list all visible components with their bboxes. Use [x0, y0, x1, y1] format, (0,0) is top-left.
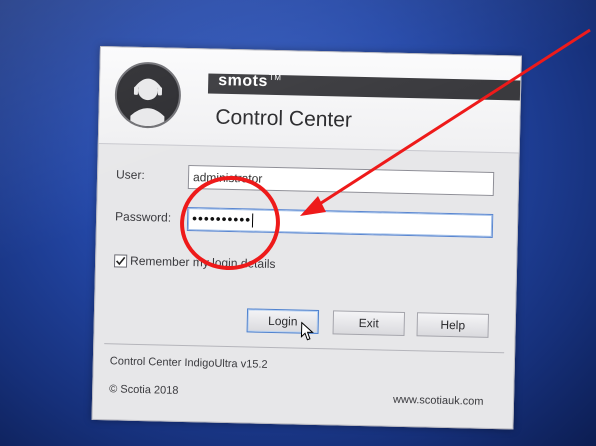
- red-arrow-icon: [300, 28, 591, 216]
